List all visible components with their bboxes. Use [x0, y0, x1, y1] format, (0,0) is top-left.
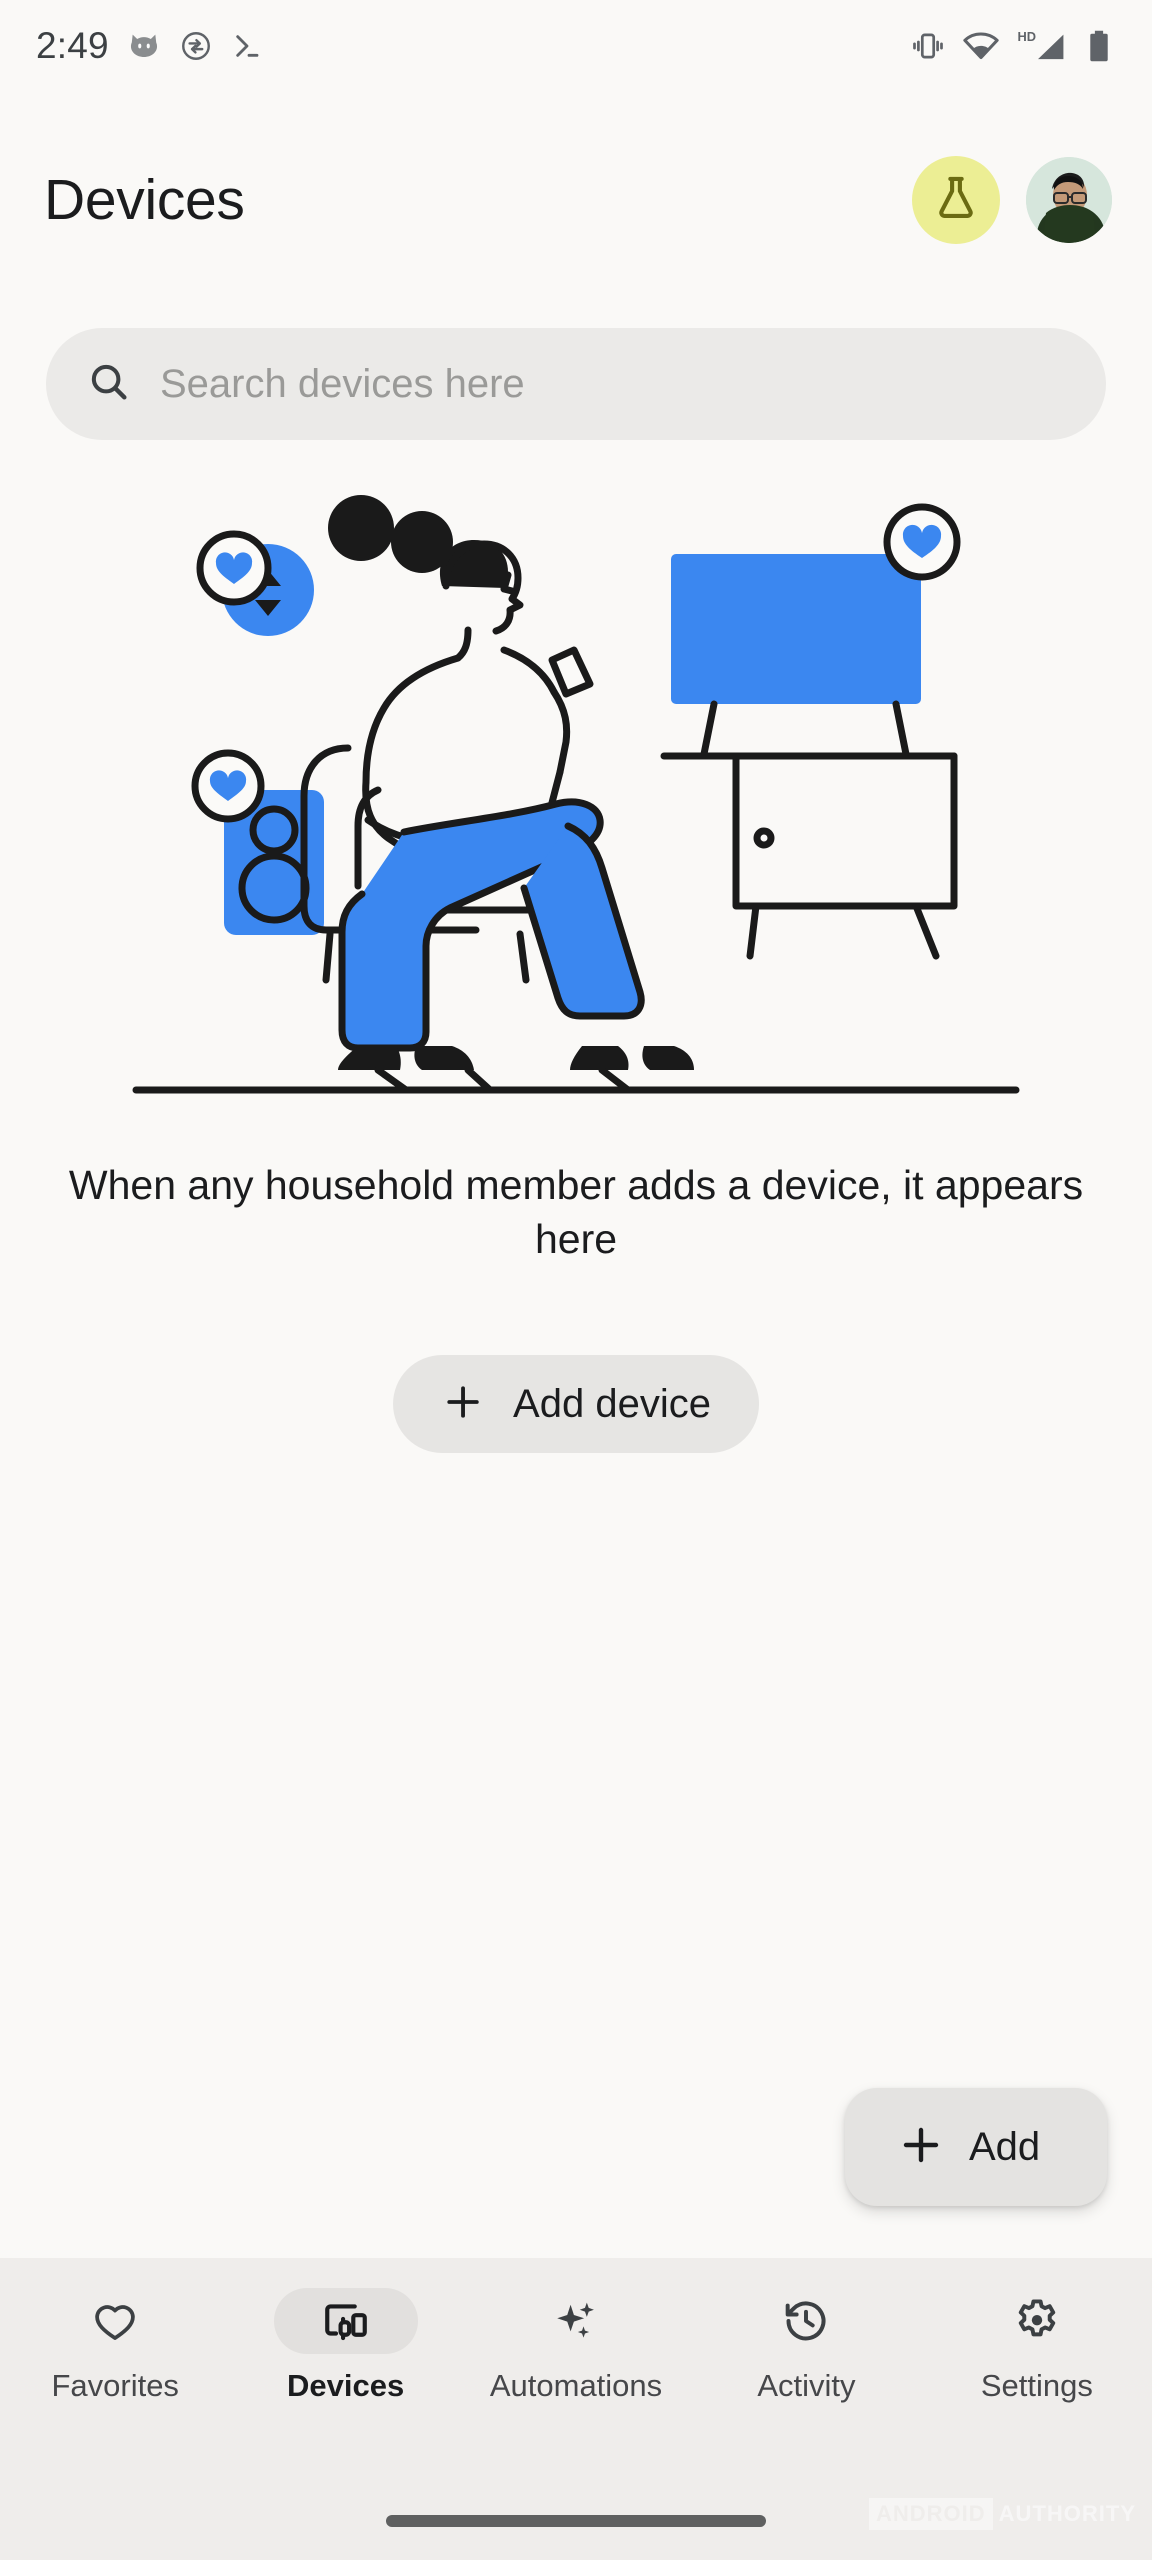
terminal-prompt-icon: [231, 30, 263, 62]
devices-icon: [273, 2288, 418, 2354]
search-input[interactable]: Search devices here: [46, 328, 1106, 440]
status-bar: 2:49 HD: [0, 0, 1152, 92]
search-icon: [86, 359, 132, 410]
add-device-button[interactable]: Add device: [393, 1355, 759, 1453]
lab-flask-button[interactable]: [912, 156, 1000, 244]
sync-refresh-icon: [179, 29, 213, 63]
status-bar-clock: 2:49: [36, 25, 109, 66]
app-header: Devices: [0, 120, 1152, 280]
add-fab-button[interactable]: Add: [845, 2088, 1107, 2206]
nav-label-settings: Settings: [980, 2368, 1093, 2403]
lab-flask-icon: [930, 172, 982, 229]
vibrate-icon: [910, 28, 946, 64]
nav-item-settings[interactable]: Settings: [922, 2288, 1152, 2404]
plus-icon: [897, 2121, 945, 2174]
add-fab-label: Add: [969, 2124, 1041, 2169]
nav-label-automations: Automations: [489, 2368, 663, 2403]
nav-item-devices[interactable]: Devices: [230, 2288, 460, 2404]
history-icon: [734, 2288, 878, 2354]
plus-icon: [441, 1380, 485, 1429]
gesture-navigation-bar[interactable]: [386, 2515, 766, 2527]
svg-text:HD: HD: [1018, 29, 1037, 44]
gear-icon: [965, 2288, 1109, 2354]
hd-signal-icon: HD: [1016, 27, 1068, 65]
nav-item-favorites[interactable]: Favorites: [0, 2288, 230, 2404]
nav-label-devices: Devices: [287, 2368, 405, 2403]
sparkles-icon: [504, 2288, 648, 2354]
header-actions: [912, 156, 1112, 244]
empty-devices-illustration: [0, 480, 1152, 1120]
illustration-svg: [132, 495, 1020, 1094]
cat-face-icon: [127, 29, 161, 63]
phone-screen: 2:49 HD Devices Search devices here When…: [0, 0, 1152, 2560]
heart-icon: [43, 2288, 187, 2354]
page-title: Devices: [44, 168, 245, 232]
search-placeholder: Search devices here: [160, 361, 525, 406]
nav-label-activity: Activity: [757, 2368, 856, 2403]
status-bar-left: 2:49: [36, 25, 263, 67]
avatar[interactable]: [1026, 157, 1112, 243]
nav-item-activity[interactable]: Activity: [691, 2288, 921, 2404]
nav-label-favorites: Favorites: [51, 2368, 179, 2403]
battery-icon: [1084, 27, 1114, 65]
empty-state-message: When any household member adds a device,…: [68, 1162, 1084, 1263]
nav-item-automations[interactable]: Automations: [461, 2288, 691, 2404]
wifi-icon: [962, 27, 1000, 65]
status-bar-right: HD: [910, 27, 1114, 65]
user-avatar-image: [1026, 157, 1112, 243]
add-device-label: Add device: [513, 1381, 711, 1426]
